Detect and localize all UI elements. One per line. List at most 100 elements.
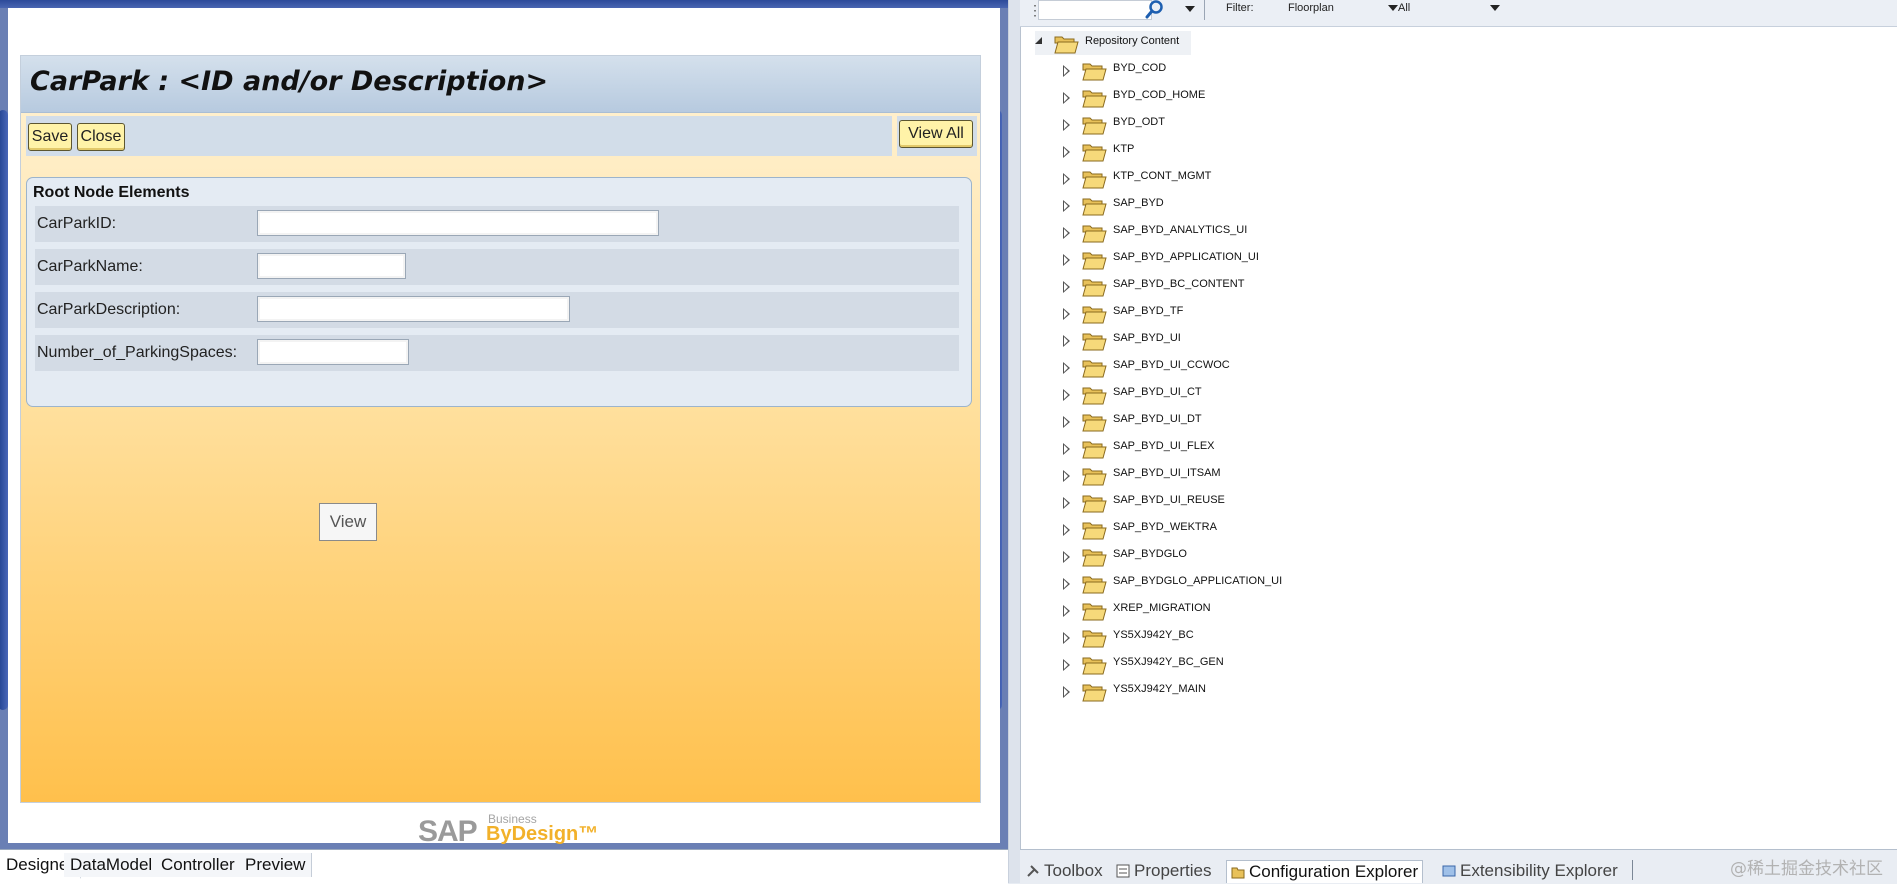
collapse-icon[interactable] bbox=[1035, 37, 1042, 44]
folder-open-icon bbox=[1082, 279, 1107, 297]
watermark: @稀土掘金技术社区 bbox=[1730, 859, 1883, 879]
expand-icon[interactable] bbox=[1063, 659, 1070, 671]
folder-open-icon bbox=[1082, 522, 1107, 540]
search-dropdown-icon[interactable] bbox=[1185, 6, 1195, 12]
expand-icon[interactable] bbox=[1063, 92, 1070, 104]
expand-icon[interactable] bbox=[1063, 443, 1070, 455]
tree-item-label: SAP_BYD_UI_DT bbox=[1113, 413, 1202, 425]
logo-bydesign: ByDesign™ bbox=[486, 823, 599, 845]
field-label: CarParkID: bbox=[37, 215, 117, 232]
designer-left-frame bbox=[0, 110, 8, 710]
expand-icon[interactable] bbox=[1063, 497, 1070, 509]
expand-icon[interactable] bbox=[1063, 308, 1070, 320]
field-label: CarParkName: bbox=[37, 258, 143, 275]
expand-icon[interactable] bbox=[1063, 254, 1070, 266]
repository-tree: Repository Content BYD_COD BYD_COD_HOME BY… bbox=[1020, 27, 1897, 849]
expand-icon[interactable] bbox=[1063, 335, 1070, 347]
filter-scope-select[interactable]: All bbox=[1398, 0, 1502, 18]
folder-open-icon bbox=[1082, 630, 1107, 648]
folder-open-icon bbox=[1082, 225, 1107, 243]
tree-item-label: SAP_BYD_ANALYTICS_UI bbox=[1113, 224, 1248, 236]
folder-open-icon bbox=[1082, 306, 1107, 324]
tree-root-item[interactable]: Repository Content bbox=[1035, 31, 1191, 55]
folder-open-icon bbox=[1082, 657, 1107, 675]
expand-icon[interactable] bbox=[1063, 65, 1070, 77]
expand-icon[interactable] bbox=[1063, 389, 1070, 401]
logo-sap: SAP bbox=[418, 815, 478, 848]
search-icon[interactable] bbox=[1142, 0, 1166, 22]
field-row-carparkdescription: CarParkDescription: bbox=[35, 292, 959, 328]
view-all-button[interactable]: View All bbox=[899, 120, 973, 148]
designer-tab-bar: Designer DataModel Controller Preview bbox=[0, 849, 1008, 884]
folder-open-icon bbox=[1082, 198, 1107, 216]
expand-icon[interactable] bbox=[1063, 227, 1070, 239]
tree-item-label: SAP_BYDGLO bbox=[1113, 548, 1187, 560]
folder-open-icon bbox=[1082, 414, 1107, 432]
tree-item-label: SAP_BYDGLO_APPLICATION_UI bbox=[1113, 575, 1283, 587]
search-input[interactable] bbox=[1038, 0, 1152, 20]
sap-bydesign-logo: SAP Business ByDesign™ bbox=[418, 812, 598, 848]
expand-icon[interactable] bbox=[1063, 119, 1070, 131]
floorplan-toolbar: Save Close bbox=[26, 116, 892, 156]
tree-item-label: XREP_MIGRATION bbox=[1113, 602, 1211, 614]
tab-datamodel[interactable]: DataModel bbox=[64, 853, 160, 877]
carparkname-input[interactable] bbox=[257, 253, 406, 279]
expand-icon[interactable] bbox=[1063, 578, 1070, 590]
folder-open-icon bbox=[1082, 333, 1107, 351]
tab-preview[interactable]: Preview bbox=[239, 853, 313, 877]
filter-type-value: Floorplan bbox=[1288, 2, 1334, 14]
folder-open-icon bbox=[1082, 63, 1107, 81]
expand-icon[interactable] bbox=[1063, 686, 1070, 698]
expand-icon[interactable] bbox=[1063, 362, 1070, 374]
tree-item-label: YS5XJ942Y_BC bbox=[1113, 629, 1194, 641]
tab-extensibility-explorer-label: Extensibility Explorer bbox=[1460, 861, 1618, 880]
close-button[interactable]: Close bbox=[77, 123, 125, 151]
folder-open-icon bbox=[1054, 36, 1079, 54]
toolbox-icon bbox=[1027, 865, 1039, 877]
tree-item-label: BYD_COD_HOME bbox=[1113, 89, 1206, 101]
folder-open-icon bbox=[1082, 468, 1107, 486]
tab-controller[interactable]: Controller bbox=[155, 853, 242, 877]
tree-item-label: SAP_BYD_TF bbox=[1113, 305, 1184, 317]
tab-properties[interactable]: Properties bbox=[1112, 860, 1211, 882]
view-button[interactable]: View bbox=[319, 503, 377, 541]
expand-icon[interactable] bbox=[1063, 470, 1070, 482]
number-of-parkingspaces-input[interactable] bbox=[257, 339, 409, 365]
expand-icon[interactable] bbox=[1063, 605, 1070, 617]
tab-extensibility-explorer[interactable]: Extensibility Explorer bbox=[1438, 860, 1618, 882]
save-button[interactable]: Save bbox=[28, 123, 72, 151]
field-row-carparkid: CarParkID: bbox=[35, 206, 959, 242]
ui-designer-panel: CarPark : <ID and/or Description> Save C… bbox=[0, 0, 1008, 849]
expand-icon[interactable] bbox=[1063, 551, 1070, 563]
folder-open-icon bbox=[1082, 603, 1107, 621]
tab-configuration-explorer[interactable]: Configuration Explorer bbox=[1226, 860, 1424, 883]
carparkdescription-input[interactable] bbox=[257, 296, 570, 322]
expand-icon[interactable] bbox=[1063, 524, 1070, 536]
carparkid-input[interactable] bbox=[257, 210, 659, 236]
folder-open-icon bbox=[1082, 90, 1107, 108]
tree-item-label: YS5XJ942Y_MAIN bbox=[1113, 683, 1206, 695]
root-node-section: Root Node Elements CarParkID: CarParkNam… bbox=[26, 177, 972, 407]
tab-separator bbox=[1632, 860, 1633, 880]
tree-item-label: SAP_BYD_UI bbox=[1113, 332, 1181, 344]
page-title: CarPark : <ID and/or Description> bbox=[30, 66, 549, 97]
tree-item-label: SAP_BYD_UI_CCWOC bbox=[1113, 359, 1230, 371]
expand-icon[interactable] bbox=[1063, 281, 1070, 293]
expand-icon[interactable] bbox=[1063, 200, 1070, 212]
field-label: Number_of_ParkingSpaces: bbox=[37, 344, 238, 361]
expand-icon[interactable] bbox=[1063, 173, 1070, 185]
tree-item-label: BYD_ODT bbox=[1113, 116, 1165, 128]
filter-type-select[interactable]: Floorplan bbox=[1288, 0, 1398, 18]
folder-open-icon bbox=[1082, 684, 1107, 702]
expand-icon[interactable] bbox=[1063, 146, 1070, 158]
floorplan-toolbar-right: View All bbox=[897, 116, 977, 156]
tree-item-label: SAP_BYD_BC_CONTENT bbox=[1113, 278, 1245, 290]
tab-toolbox[interactable]: Toolbox bbox=[1022, 860, 1103, 882]
folder-open-icon bbox=[1082, 495, 1107, 513]
expand-icon[interactable] bbox=[1063, 632, 1070, 644]
field-row-carparkname: CarParkName: bbox=[35, 249, 959, 285]
folder-open-icon bbox=[1082, 576, 1107, 594]
expand-icon[interactable] bbox=[1063, 416, 1070, 428]
tab-properties-label: Properties bbox=[1134, 861, 1212, 880]
folder-open-icon bbox=[1082, 144, 1107, 162]
